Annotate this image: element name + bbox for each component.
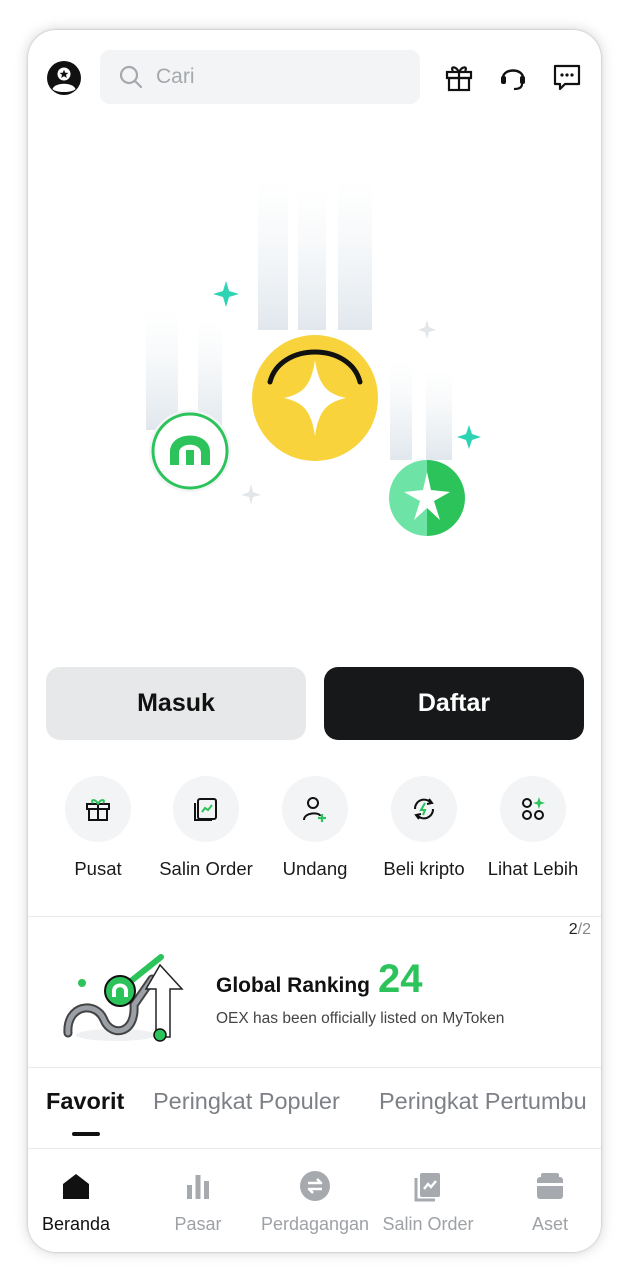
promo-banner[interactable]: 2/2 Global Ranking 24 OEX has been offic… — [28, 917, 601, 1067]
message-icon[interactable] — [551, 61, 583, 93]
auth-buttons: Masuk Daftar — [46, 667, 584, 740]
quick-action-salin-order[interactable]: Salin Order — [146, 776, 266, 880]
nav-label: Salin Order — [382, 1214, 474, 1234]
nav-label: Aset — [531, 1214, 569, 1234]
quick-action-label: Lihat Lebih — [487, 858, 579, 879]
nav-label: Beranda — [41, 1214, 111, 1234]
search-placeholder: Cari — [156, 65, 195, 88]
quick-action-beli-kripto[interactable]: Beli kripto — [364, 776, 484, 880]
tab-peringkat-pertumbuhan[interactable]: Peringkat Pertumbu — [379, 1088, 587, 1115]
copy-order-icon — [194, 798, 217, 821]
nav-aset[interactable]: Aset — [490, 1169, 601, 1235]
register-button[interactable]: Daftar — [324, 667, 584, 740]
quick-action-label: Undang — [282, 858, 348, 879]
avatar-icon[interactable] — [46, 60, 82, 96]
nav-perdagangan[interactable]: Perdagangan — [255, 1169, 375, 1235]
quick-action-label: Pusat — [74, 858, 122, 879]
home-icon — [63, 1174, 89, 1199]
buy-crypto-icon — [413, 798, 435, 820]
trade-icon — [300, 1171, 330, 1201]
wallet-icon — [537, 1173, 563, 1199]
quick-actions: Pusat Salin Order Undang Beli kripto Lih… — [28, 776, 601, 896]
banner-pager: 2/2 — [569, 921, 591, 939]
nav-label: Pasar — [174, 1214, 222, 1234]
market-icon — [187, 1175, 209, 1199]
bottom-nav: Beranda Pasar Perdagangan Salin Order As… — [28, 1148, 601, 1252]
gift-icon — [86, 799, 110, 821]
app-screen: Cari Masuk Daftar Pusat Salin Order Unda… — [28, 30, 601, 1252]
pager-total: 2 — [582, 921, 591, 938]
banner-rank-number: 24 — [378, 957, 423, 1001]
quick-action-icon-bg — [282, 776, 348, 842]
active-tab-indicator — [72, 1132, 100, 1136]
search-input[interactable]: Cari — [100, 50, 420, 104]
nav-label: Perdagangan — [260, 1214, 370, 1234]
pager-current: 2 — [568, 921, 578, 938]
quick-action-icon-bg — [65, 776, 131, 842]
hero-illustration — [146, 180, 481, 536]
gift-icon[interactable] — [443, 61, 475, 93]
copy-order-icon — [414, 1173, 440, 1202]
market-tabs: Favorit Peringkat Populer Peringkat Pert… — [28, 1068, 601, 1146]
quick-action-icon-bg — [173, 776, 239, 842]
quick-action-icon-bg — [500, 776, 566, 842]
top-bar: Cari — [28, 48, 601, 106]
tab-peringkat-populer[interactable]: Peringkat Populer — [153, 1088, 340, 1115]
nav-beranda[interactable]: Beranda — [28, 1169, 136, 1235]
more-apps-icon — [522, 797, 545, 820]
quick-action-lihat-lebih[interactable]: Lihat Lebih — [473, 776, 593, 880]
quick-action-icon-bg — [391, 776, 457, 842]
banner-subtitle: OEX has been officially listed on MyToke… — [216, 1010, 505, 1027]
tab-favorit[interactable]: Favorit — [46, 1088, 124, 1115]
nav-salin-order[interactable]: Salin Order — [368, 1169, 488, 1235]
search-icon — [119, 65, 143, 89]
invite-user-icon — [303, 797, 326, 822]
banner-title: Global Ranking 24 — [216, 959, 423, 999]
quick-action-pusat[interactable]: Pusat — [38, 776, 158, 880]
quick-action-label: Salin Order — [159, 858, 253, 879]
headset-icon[interactable] — [497, 61, 529, 93]
quick-action-label: Beli kripto — [383, 858, 465, 879]
login-button[interactable]: Masuk — [46, 667, 306, 740]
quick-action-undang[interactable]: Undang — [255, 776, 375, 880]
nav-pasar[interactable]: Pasar — [138, 1169, 258, 1235]
ranking-illustration — [63, 954, 184, 1042]
banner-title-text: Global Ranking — [216, 974, 371, 997]
